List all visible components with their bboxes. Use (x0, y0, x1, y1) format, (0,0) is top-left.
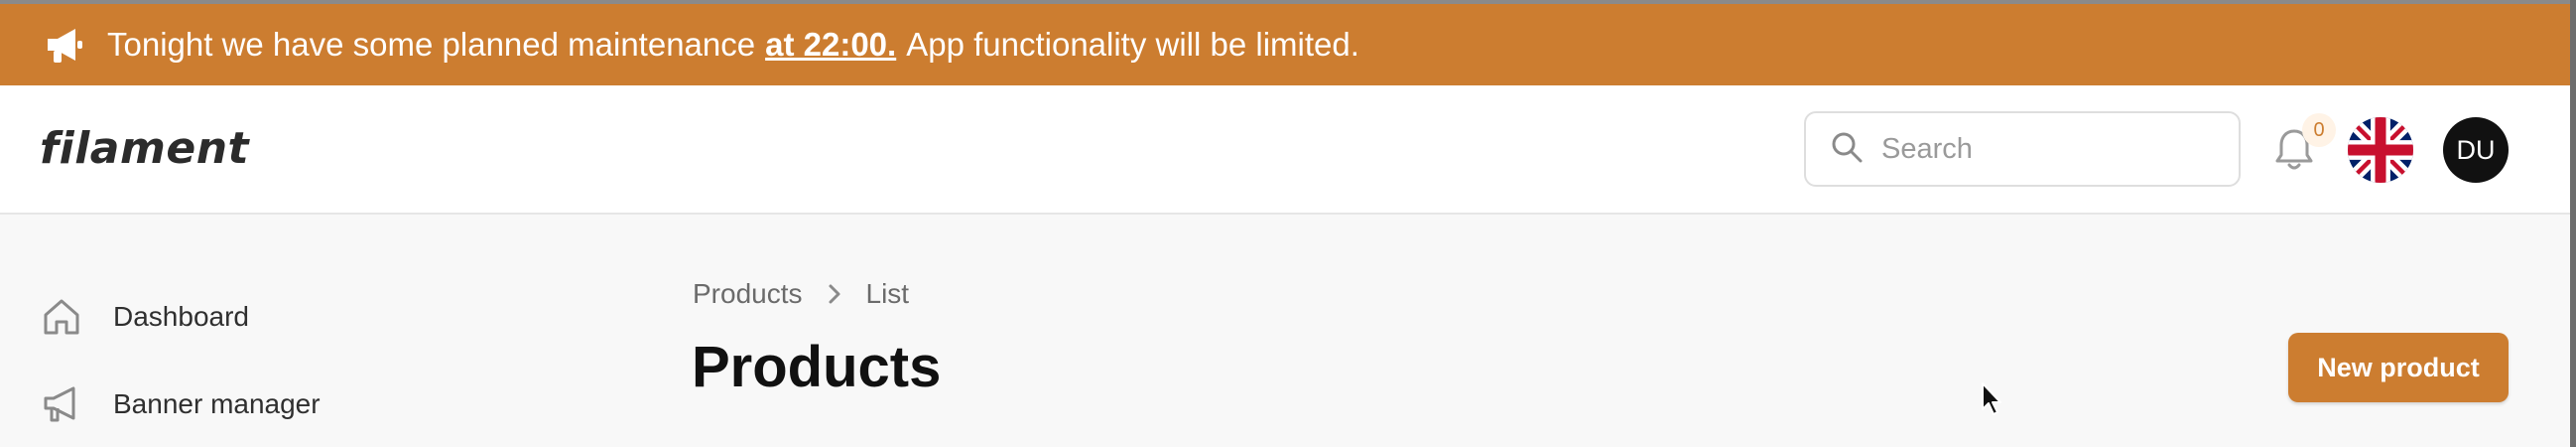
maintenance-banner: Tonight we have some planned maintenance… (0, 4, 2570, 85)
new-product-button[interactable]: New product (2288, 333, 2509, 402)
banner-text: Tonight we have some planned maintenance (107, 26, 756, 63)
notification-count-badge: 0 (2302, 113, 2336, 147)
megaphone-icon (44, 23, 87, 67)
breadcrumb-list: List (865, 278, 910, 309)
global-search[interactable] (1804, 111, 2241, 187)
megaphone-outline-icon (40, 380, 87, 428)
user-avatar[interactable]: DU (2443, 117, 2509, 183)
search-icon (1830, 130, 1864, 169)
sidebar-item-label: Dashboard (113, 301, 249, 332)
page-title: Products (692, 335, 942, 399)
search-input[interactable] (1881, 132, 2219, 166)
sidebar-item-dashboard[interactable]: Dashboard (40, 293, 249, 341)
home-icon (40, 293, 87, 341)
window-right-edge (2570, 0, 2576, 447)
sidebar-item-banner-manager[interactable]: Banner manager (40, 380, 321, 428)
top-bar: filament 0 (0, 85, 2570, 215)
banner-time-link[interactable]: at 22:00. (765, 26, 896, 64)
sidebar-item-label: Banner manager (113, 388, 321, 419)
app-logo[interactable]: filament (40, 123, 249, 174)
mouse-cursor-icon (1981, 381, 2004, 417)
breadcrumb-products[interactable]: Products (693, 278, 803, 310)
app-window: Tonight we have some planned maintenance… (0, 0, 2576, 447)
banner-text-after: App functionality will be limited. (906, 26, 1359, 63)
chevron-right-icon (827, 282, 842, 306)
breadcrumb: Products List (693, 278, 909, 310)
uk-flag-icon[interactable] (2348, 117, 2413, 183)
